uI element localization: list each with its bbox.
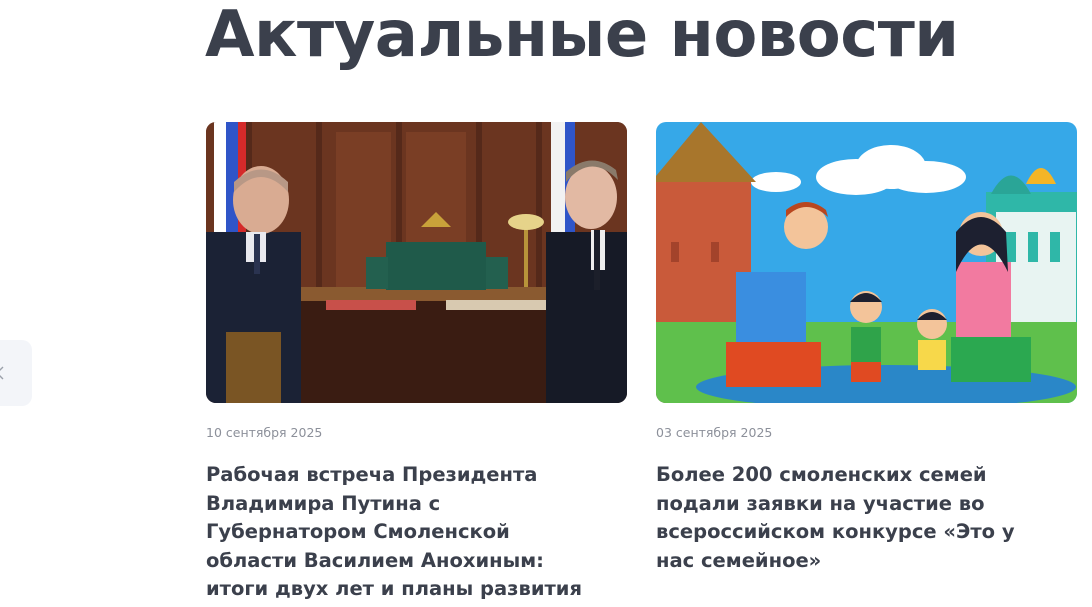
slider-prev-button[interactable] <box>0 340 32 406</box>
news-section: Актуальные новости 10 сентября 2025 Рабо… <box>0 0 1092 607</box>
news-image-meeting[interactable] <box>206 122 627 403</box>
news-title[interactable]: Более 200 смоленских семей подали заявки… <box>656 461 1056 575</box>
chevron-left-icon <box>0 366 4 380</box>
news-image-family[interactable] <box>656 122 1077 403</box>
news-date: 03 сентября 2025 <box>656 425 773 440</box>
news-date: 10 сентября 2025 <box>206 425 323 440</box>
news-card[interactable]: 10 сентября 2025 Рабочая встреча Президе… <box>206 122 627 604</box>
news-card[interactable]: 03 сентября 2025 Более 200 смоленских се… <box>656 122 1077 575</box>
news-title[interactable]: Рабочая встреча Президента Владимира Пут… <box>206 461 606 604</box>
section-heading: Актуальные новости <box>205 0 959 72</box>
